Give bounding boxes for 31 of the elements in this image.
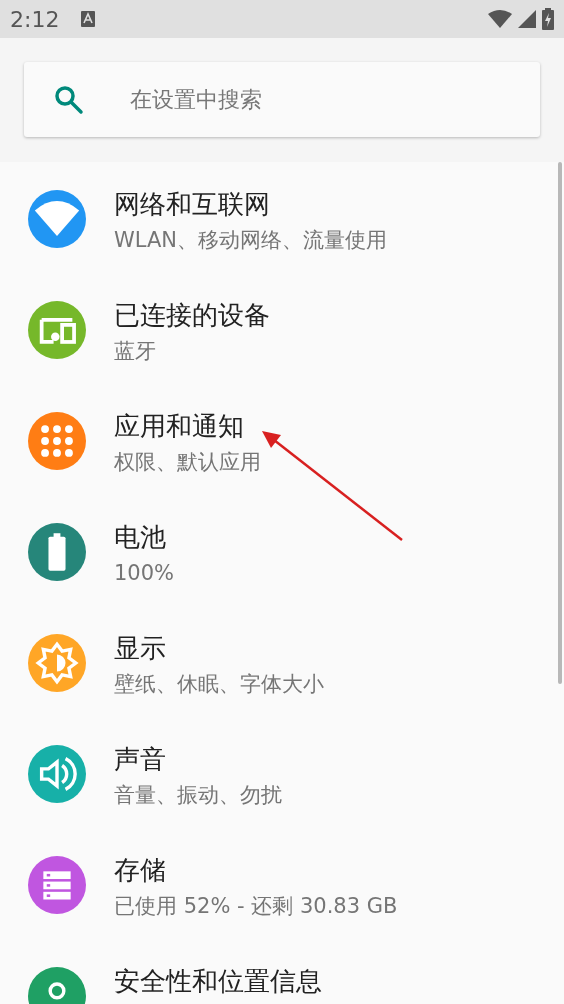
settings-item[interactable]: 应用和通知 权限、默认应用	[0, 384, 564, 495]
keyboard-notification-icon	[81, 11, 96, 27]
search-icon	[54, 84, 84, 115]
item-subtitle: 音量、振动、勿扰	[114, 782, 282, 809]
settings-item[interactable]: 网络和互联网 WLAN、移动网络、流量使用	[0, 162, 564, 273]
item-title: 已连接的设备	[114, 299, 270, 332]
item-title: 安全性和位置信息	[114, 965, 322, 998]
item-title: 电池	[114, 521, 167, 554]
item-title: 网络和互联网	[114, 188, 271, 221]
item-subtitle: 权限、默认应用	[114, 449, 261, 476]
settings-item[interactable]: 电池 100%	[0, 495, 564, 606]
search-bar[interactable]: 在设置中搜索	[24, 62, 540, 137]
settings-item[interactable]: 存储 已使用 52% - 还剩 30.83 GB	[0, 828, 564, 939]
item-subtitle: WLAN、移动网络、流量使用	[114, 227, 388, 254]
settings-item[interactable]: 声音 音量、振动、勿扰	[0, 717, 564, 828]
item-subtitle: 壁纸、休眠、字体大小	[114, 671, 324, 698]
settings-item[interactable]: 显示 壁纸、休眠、字体大小	[0, 606, 564, 717]
item-title: 声音	[114, 743, 167, 776]
item-subtitle: 蓝牙	[114, 338, 157, 365]
signal-icon	[518, 10, 536, 28]
search-field[interactable]: 在设置中搜索	[128, 86, 510, 113]
battery-charging-icon	[542, 8, 554, 30]
item-title: 应用和通知	[114, 410, 245, 443]
settings-item[interactable]: 已连接的设备 蓝牙	[0, 273, 564, 384]
wifi-icon	[488, 10, 512, 28]
item-title: 显示	[114, 632, 167, 665]
item-title: 存储	[114, 854, 167, 887]
item-subtitle: 100%	[114, 560, 175, 587]
settings-item[interactable]: 安全性和位置信息	[0, 939, 564, 1004]
item-subtitle: 已使用 52% - 还剩 30.83 GB	[114, 893, 398, 920]
status-time: 2:12	[10, 6, 60, 32]
